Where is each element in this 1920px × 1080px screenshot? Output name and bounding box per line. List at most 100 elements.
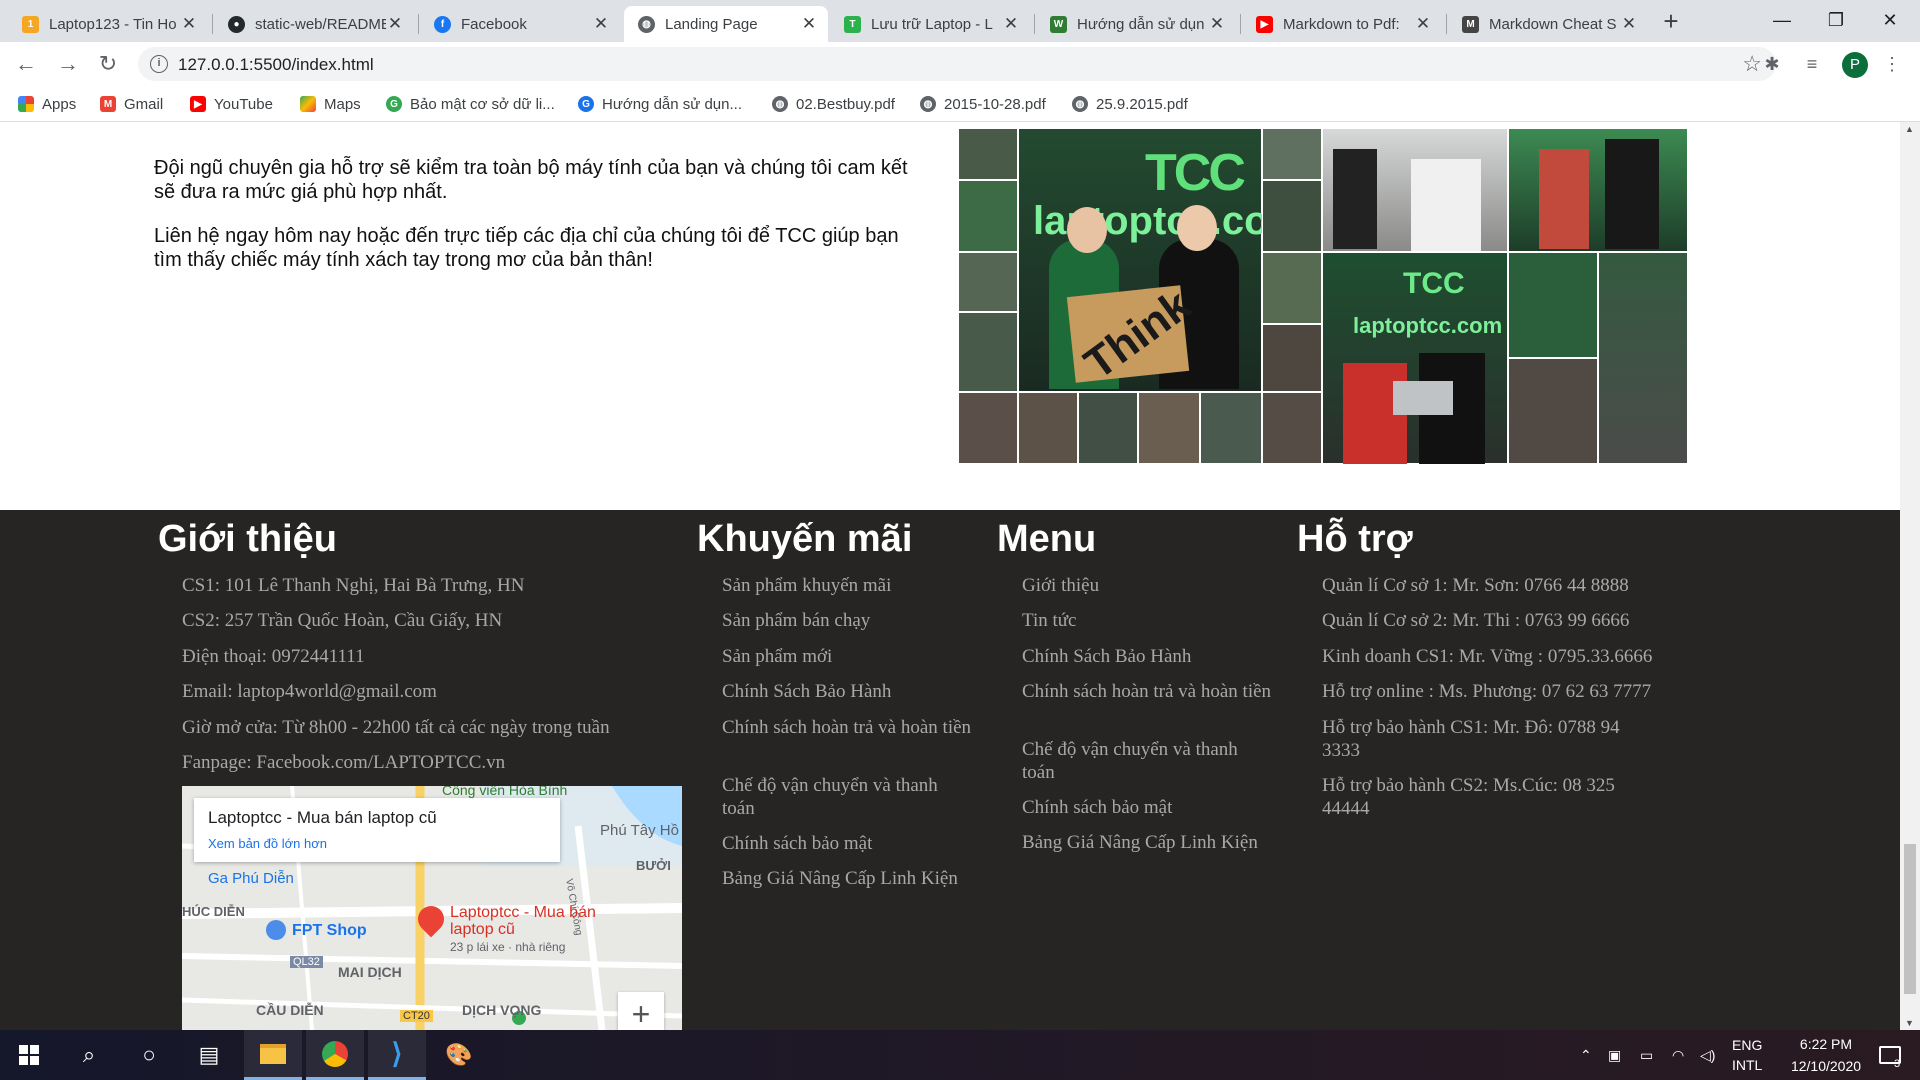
bookmark-bestbuy-pdf[interactable]: ◍ 02.Bestbuy.pdf bbox=[772, 94, 895, 114]
close-icon[interactable]: ✕ bbox=[800, 14, 818, 34]
map-label: DỊCH VỌNG bbox=[462, 1002, 542, 1018]
menu-link[interactable]: Chính sách bảo mật bbox=[1022, 796, 1272, 819]
back-button[interactable]: ← bbox=[12, 50, 40, 78]
apps-grid-icon bbox=[18, 96, 34, 112]
intro-fanpage[interactable]: Fanpage: Facebook.com/LAPTOPTCC.vn bbox=[182, 751, 702, 774]
maximize-button[interactable]: ❐ bbox=[1806, 0, 1866, 40]
intro-email: Email: laptop4world@gmail.com bbox=[182, 681, 437, 702]
chrome-icon[interactable] bbox=[306, 1030, 364, 1080]
promo-link[interactable]: Sản phẩm mới bbox=[722, 645, 972, 668]
scrollbar-thumb[interactable] bbox=[1904, 844, 1916, 994]
reload-button[interactable]: ↻ bbox=[94, 50, 122, 78]
tab-7[interactable]: M Markdown Cheat S ✕ bbox=[1448, 6, 1648, 42]
map-info-card: Laptoptcc - Mua bán laptop cũ Xem bản đồ… bbox=[194, 798, 560, 862]
bookmark-security[interactable]: G Bảo mật cơ sở dữ li... bbox=[386, 94, 555, 114]
bookmark-25-9-pdf[interactable]: ◍ 25.9.2015.pdf bbox=[1072, 94, 1188, 114]
notification-icon[interactable]: 3 bbox=[1870, 1030, 1910, 1080]
menu-link[interactable]: Chế độ vận chuyển và thanh toán bbox=[1022, 738, 1272, 784]
window-close-button[interactable]: ✕ bbox=[1860, 0, 1920, 40]
menu-link[interactable]: Bảng Giá Nâng Cấp Linh Kiện bbox=[1022, 831, 1292, 854]
tab-5[interactable]: W Hướng dẫn sử dụn ✕ bbox=[1036, 6, 1236, 42]
close-icon[interactable]: ✕ bbox=[180, 14, 198, 34]
scroll-up-icon[interactable]: ▲ bbox=[1905, 124, 1914, 134]
tab-3[interactable]: ◍ Landing Page ✕ bbox=[624, 6, 828, 42]
gmail-icon: M bbox=[100, 96, 116, 112]
promo-link[interactable]: Sản phẩm khuyến mãi bbox=[722, 574, 972, 597]
clock-time: 6:22 PM bbox=[1799, 1036, 1853, 1052]
tab-title: Landing Page bbox=[665, 15, 758, 33]
promo-link[interactable]: Chế độ vận chuyển và thanh toán bbox=[722, 774, 972, 820]
close-icon[interactable]: ✕ bbox=[1620, 14, 1638, 34]
info-icon[interactable]: i bbox=[150, 55, 168, 73]
language-indicator[interactable]: ENG INTL bbox=[1732, 1030, 1762, 1080]
close-icon[interactable]: ✕ bbox=[1414, 14, 1432, 34]
address-bar[interactable]: i 127.0.0.1:5500/index.html ☆ bbox=[138, 47, 1776, 81]
map-label: CẦU DIỄN bbox=[256, 1002, 324, 1018]
profile-avatar[interactable]: P bbox=[1842, 52, 1868, 78]
search-icon[interactable]: ⌕ bbox=[60, 1030, 118, 1080]
menu-icon[interactable]: ⋮ bbox=[1880, 52, 1904, 76]
menu-link[interactable]: Chính Sách Bảo Hành bbox=[1022, 645, 1272, 668]
tab-1[interactable]: ● static-web/README ✕ bbox=[214, 6, 414, 42]
tray-chevron-icon[interactable]: ⌃ bbox=[1580, 1030, 1592, 1080]
cortana-icon[interactable]: ○ bbox=[120, 1030, 178, 1080]
windows-taskbar: ⌕ ○ ▤ ⟩ 🎨 ⌃ ▣ ▭ ◠ ◁) ENG INTL 6:22 PM 12… bbox=[0, 1030, 1920, 1080]
clock[interactable]: 6:22 PM 12/10/2020 bbox=[1776, 1030, 1876, 1080]
map-label: QL32 bbox=[290, 956, 323, 968]
language-code: ENG bbox=[1732, 1037, 1763, 1053]
support-line: Quản lí Cơ sở 2: Mr. Thi : 0763 99 6666 bbox=[1322, 610, 1630, 631]
tab-4[interactable]: T Lưu trữ Laptop - L ✕ bbox=[830, 6, 1030, 42]
map-zoom-in-button[interactable]: + bbox=[618, 992, 664, 1030]
bookmark-youtube[interactable]: ▶ YouTube bbox=[190, 94, 273, 114]
map-label: FPT Shop bbox=[292, 922, 367, 939]
close-icon[interactable]: ✕ bbox=[386, 14, 404, 34]
promo-link[interactable]: Chính sách bảo mật bbox=[722, 832, 972, 855]
promo-link[interactable]: Chính Sách Bảo Hành bbox=[722, 680, 972, 703]
tcc-logo-sign: TCC bbox=[1145, 144, 1246, 202]
promo-link[interactable]: Bảng Giá Nâng Cấp Linh Kiện bbox=[722, 867, 992, 890]
menu-link[interactable]: Giới thiệu bbox=[1022, 574, 1272, 597]
tab-2[interactable]: f Facebook ✕ bbox=[420, 6, 620, 42]
task-view-icon[interactable]: ▤ bbox=[180, 1030, 238, 1080]
tray-network-alert-icon[interactable]: ▣ bbox=[1608, 1030, 1621, 1080]
scroll-down-icon[interactable]: ▼ bbox=[1905, 1018, 1914, 1028]
close-icon[interactable]: ✕ bbox=[592, 14, 610, 34]
bookmark-maps[interactable]: Maps bbox=[300, 94, 361, 114]
file-explorer-icon[interactable] bbox=[244, 1030, 302, 1080]
page-scrollbar[interactable]: ▲ ▼ bbox=[1900, 122, 1920, 1030]
url-text[interactable]: 127.0.0.1:5500/index.html bbox=[178, 55, 374, 75]
tab-6[interactable]: ▶ Markdown to Pdf: ✕ bbox=[1242, 6, 1442, 42]
vscode-icon[interactable]: ⟩ bbox=[368, 1030, 426, 1080]
promo-link[interactable]: Chính sách hoàn trả và hoàn tiền bbox=[722, 716, 972, 739]
map-label: Công viên Hòa Bình bbox=[442, 786, 568, 798]
extensions-icon[interactable]: ✱ bbox=[1760, 52, 1784, 76]
site-footer: Giới thiệu CS1: 101 Lê Thanh Nghị, Hai B… bbox=[0, 510, 1900, 1030]
laptoptcc-icon: T bbox=[844, 15, 861, 33]
tab-title: Lưu trữ Laptop - L bbox=[871, 15, 993, 33]
embedded-map[interactable]: Laptoptcc - Mua bán laptop cũ Xem bản đồ… bbox=[182, 786, 682, 1030]
map-label: Phú Tây Hồ bbox=[600, 822, 679, 839]
bookmark-gmail[interactable]: M Gmail bbox=[100, 94, 163, 114]
wifi-icon[interactable]: ◠ bbox=[1672, 1030, 1684, 1080]
minimize-button[interactable]: — bbox=[1752, 0, 1812, 40]
promo-link[interactable]: Sản phẩm bán chạy bbox=[722, 609, 972, 632]
bookmark-apps[interactable]: Apps bbox=[18, 94, 76, 114]
map-larger-link[interactable]: Xem bản đồ lớn hơn bbox=[208, 836, 327, 851]
windows-start-icon[interactable] bbox=[0, 1030, 58, 1080]
close-icon[interactable]: ✕ bbox=[1208, 14, 1226, 34]
reading-list-icon[interactable]: ≡ bbox=[1800, 52, 1824, 76]
intro-address-cs2: CS2: 257 Trần Quốc Hoàn, Cầu Giấy, HN bbox=[182, 610, 503, 631]
menu-link[interactable]: Tin tức bbox=[1022, 609, 1272, 632]
close-icon[interactable]: ✕ bbox=[1002, 14, 1020, 34]
new-tab-button[interactable]: + bbox=[1656, 6, 1686, 36]
laptop123-icon: 1 bbox=[22, 15, 39, 33]
tab-0[interactable]: 1 Laptop123 - Tin Ho ✕ bbox=[8, 6, 208, 42]
battery-icon[interactable]: ▭ bbox=[1640, 1030, 1653, 1080]
bookmark-2015-pdf[interactable]: ◍ 2015-10-28.pdf bbox=[920, 94, 1046, 114]
paint-icon[interactable]: 🎨 bbox=[430, 1030, 488, 1080]
forward-button[interactable]: → bbox=[54, 50, 82, 78]
bookmark-guide[interactable]: G Hướng dẫn sử dụn... bbox=[578, 94, 742, 114]
volume-icon[interactable]: ◁) bbox=[1700, 1030, 1715, 1080]
menu-link[interactable]: Chính sách hoàn trả và hoàn tiền bbox=[1022, 680, 1272, 703]
support-line: Hỗ trợ online : Ms. Phương: 07 62 63 777… bbox=[1322, 681, 1652, 702]
